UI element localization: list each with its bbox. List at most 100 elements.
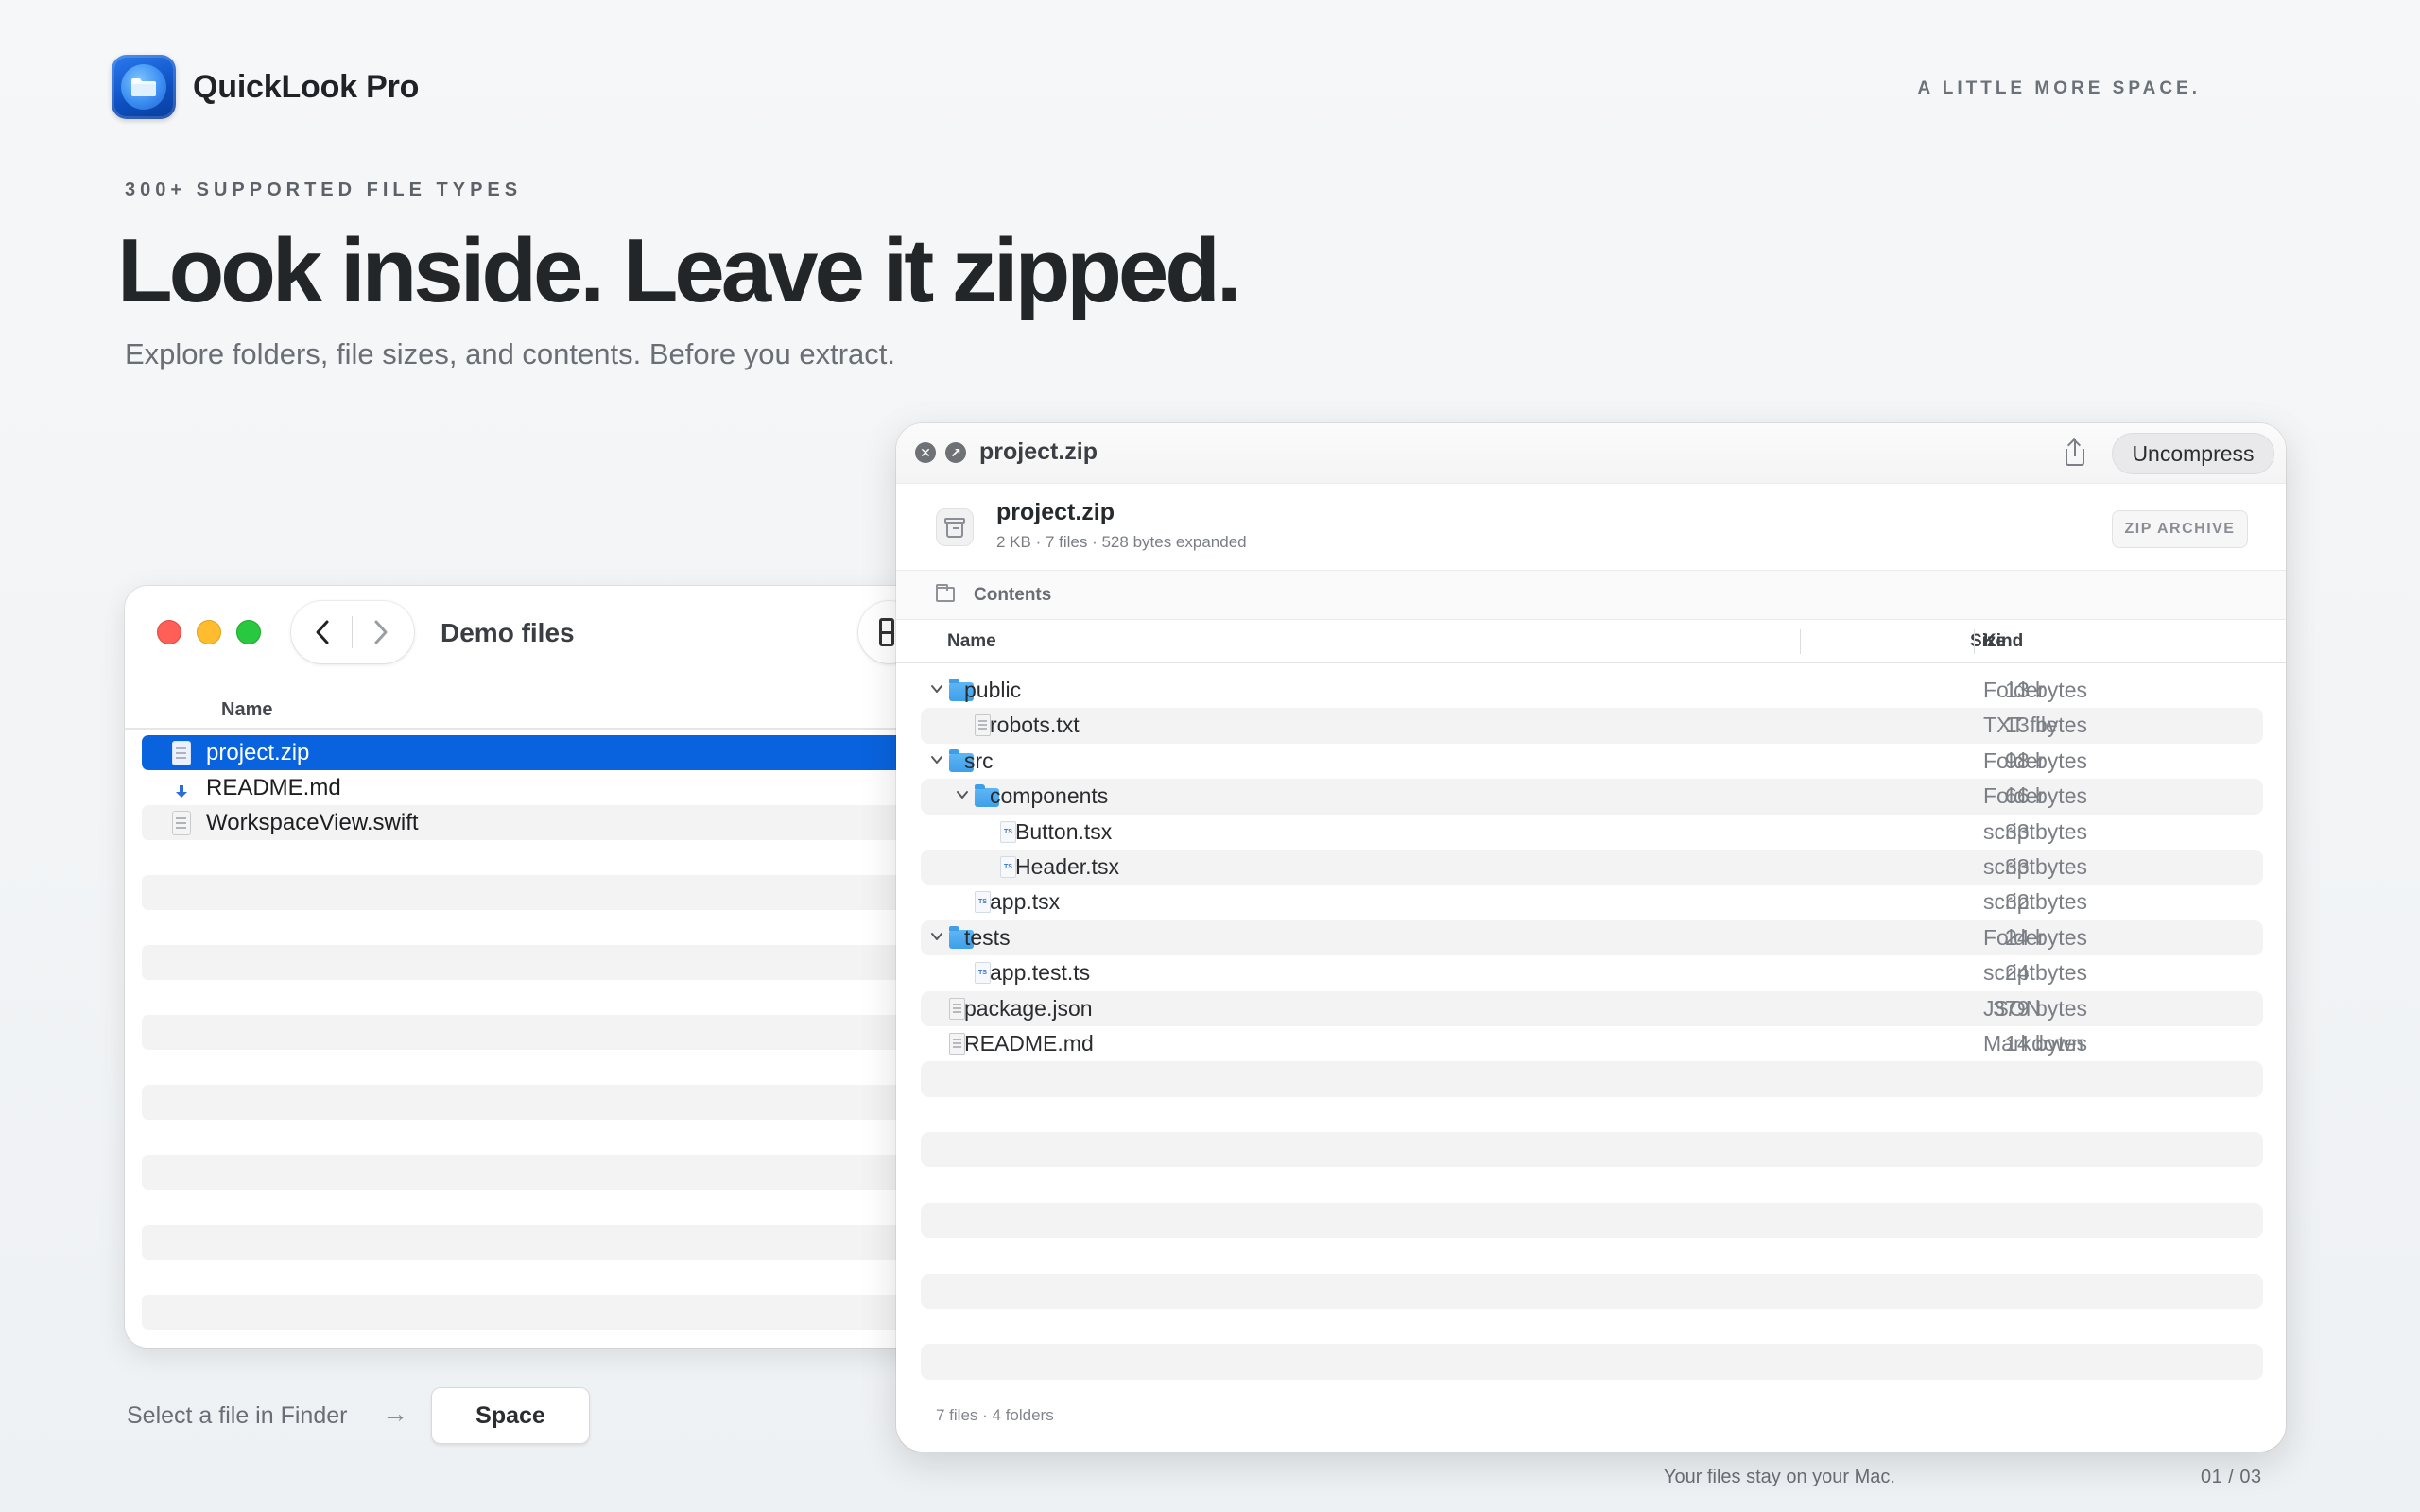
finder-window-title: Demo files (441, 618, 575, 647)
archive-tree-row[interactable]: package.json 379 bytes JSON (921, 990, 2263, 1026)
archive-tree-row[interactable]: README.md 14 bytes Markdown (921, 1026, 2263, 1061)
empty-row (142, 910, 938, 945)
entry-name: Header.tsx (1015, 853, 1119, 879)
open-external-icon[interactable]: ↗ (945, 442, 966, 463)
chevron-left-icon[interactable] (306, 616, 338, 648)
chevron-down-icon[interactable] (928, 749, 945, 769)
contents-footer: 7 files · 4 folders (936, 1406, 1054, 1424)
file-name: WorkspaceView.swift (206, 809, 419, 835)
entry-name: README.md (964, 1030, 1094, 1056)
archive-name: project.zip (996, 499, 1115, 525)
folder-app-icon (112, 55, 176, 119)
entry-name: robots.txt (990, 713, 1080, 738)
name-column-header[interactable]: Name (947, 631, 996, 652)
archive-tree-row[interactable]: TS app.tsx 32 bytes script (921, 885, 2263, 919)
entry-name: tests (964, 924, 1011, 950)
eyebrow: 300+ SUPPORTED FILE TYPES (125, 180, 523, 200)
entry-size: 66 bytes (2005, 783, 2087, 809)
quicklook-titlebar: ✕ ↗ project.zip Uncompress (896, 423, 2286, 484)
entry-size: 24 bytes (2005, 960, 2087, 986)
headline: Look inside. Leave it zipped. (117, 220, 1242, 321)
entry-kind: JSON (1983, 995, 2042, 1021)
entry-size: 379 bytes (1993, 995, 2087, 1021)
archive-type-badge: ZIP ARCHIVE (2112, 510, 2248, 548)
typescript-file-icon: TS (1000, 820, 1016, 843)
folder-outline-icon (936, 584, 955, 602)
entry-name: components (990, 783, 1109, 809)
empty-row (142, 1050, 938, 1085)
finder-toolbar: Demo files (125, 586, 938, 680)
typescript-file-icon: TS (975, 891, 991, 914)
contents-label: Contents (974, 585, 1052, 605)
empty-row (142, 1295, 938, 1330)
instruction-text: Select a file in Finder (127, 1402, 348, 1429)
finder-file-row[interactable]: project.zip (142, 735, 938, 770)
archive-box-icon (936, 508, 974, 546)
chevron-down-icon[interactable] (928, 679, 945, 698)
name-column-label: Name (221, 699, 273, 720)
empty-row (921, 1273, 2263, 1310)
entry-name: package.json (964, 995, 1093, 1021)
entry-name: app.tsx (990, 889, 1061, 915)
finder-column-header[interactable]: Name (125, 692, 938, 730)
empty-row (142, 840, 938, 875)
kind-column-header[interactable]: Kind (1983, 631, 2023, 652)
entry-name: Button.tsx (1015, 818, 1113, 844)
arrow-right-icon: → (382, 1399, 408, 1428)
empty-row (142, 1225, 938, 1260)
entry-name: public (964, 678, 1022, 702)
contents-section-header: Contents (896, 571, 2286, 620)
empty-row (142, 1260, 938, 1295)
chevron-right-icon[interactable] (365, 616, 397, 648)
entry-kind: script (1983, 853, 2035, 879)
finder-file-row[interactable]: README.md (142, 770, 938, 805)
chevron-down-icon[interactable] (954, 784, 971, 804)
finder-file-list: project.zip README.md WorkspaceView.swif… (142, 735, 938, 1348)
share-icon[interactable] (2061, 438, 2089, 467)
slide-counter: 01 / 03 (2201, 1467, 2262, 1487)
archive-tree-row[interactable]: components 66 bytes Folder (921, 779, 2263, 815)
archive-tree-row[interactable]: tests 24 bytes Folder (921, 919, 2263, 956)
navigation-controls (291, 601, 414, 663)
archive-tree-row[interactable]: TS Button.tsx 33 bytes script (921, 815, 2263, 850)
entry-size: 33 bytes (2005, 853, 2087, 879)
empty-row (921, 1061, 2263, 1097)
swift-file-icon (172, 810, 191, 835)
document-icon (949, 1032, 965, 1055)
document-icon (949, 997, 965, 1020)
quicklook-panel: ✕ ↗ project.zip Uncompress project.zip 2… (896, 423, 2286, 1452)
column-divider[interactable] (1974, 629, 1975, 654)
archive-tree-row[interactable]: public 13 bytes Folder (921, 673, 2263, 708)
empty-row (921, 1309, 2263, 1344)
archive-tree-row[interactable]: TS Header.tsx 33 bytes script (921, 849, 2263, 885)
space-key-button[interactable]: Space (431, 1387, 590, 1444)
privacy-note: Your files stay on your Mac. (1664, 1467, 1895, 1487)
finder-window: Demo files Name project.zip README.md Wo… (125, 586, 938, 1348)
zoom-window-button[interactable] (236, 620, 261, 644)
archive-tree-row[interactable]: TS app.test.ts 24 bytes script (921, 955, 2263, 990)
archive-tree-row[interactable]: robots.txt 13 bytes TXT file (921, 708, 2263, 744)
chevron-down-icon[interactable] (928, 926, 945, 946)
entry-kind: Folder (1983, 678, 2046, 702)
file-name: project.zip (206, 739, 310, 765)
empty-row (142, 1120, 938, 1155)
file-name: README.md (206, 774, 341, 800)
archive-tree: public 13 bytes Folder robots.txt 13 bytes TX… (921, 673, 2263, 1380)
document-icon (975, 714, 991, 737)
empty-row (142, 1155, 938, 1190)
close-window-button[interactable] (157, 620, 182, 644)
entry-name: app.test.ts (990, 960, 1091, 986)
typescript-file-icon: TS (975, 962, 991, 985)
entry-kind: Markdown (1983, 1030, 2084, 1056)
uncompress-button[interactable]: Uncompress (2112, 433, 2274, 474)
column-divider[interactable] (1800, 629, 1801, 654)
empty-row (921, 1344, 2263, 1380)
entry-kind: Folder (1983, 783, 2046, 809)
minimize-window-button[interactable] (197, 620, 221, 644)
archive-summary: project.zip 2 KB · 7 files · 528 bytes e… (896, 484, 2286, 571)
finder-file-row[interactable]: WorkspaceView.swift (142, 805, 938, 840)
empty-row (142, 1190, 938, 1225)
archive-tree-row[interactable]: src 98 bytes Folder (921, 744, 2263, 779)
entry-kind: TXT file (1983, 713, 2058, 738)
close-icon[interactable]: ✕ (915, 442, 936, 463)
